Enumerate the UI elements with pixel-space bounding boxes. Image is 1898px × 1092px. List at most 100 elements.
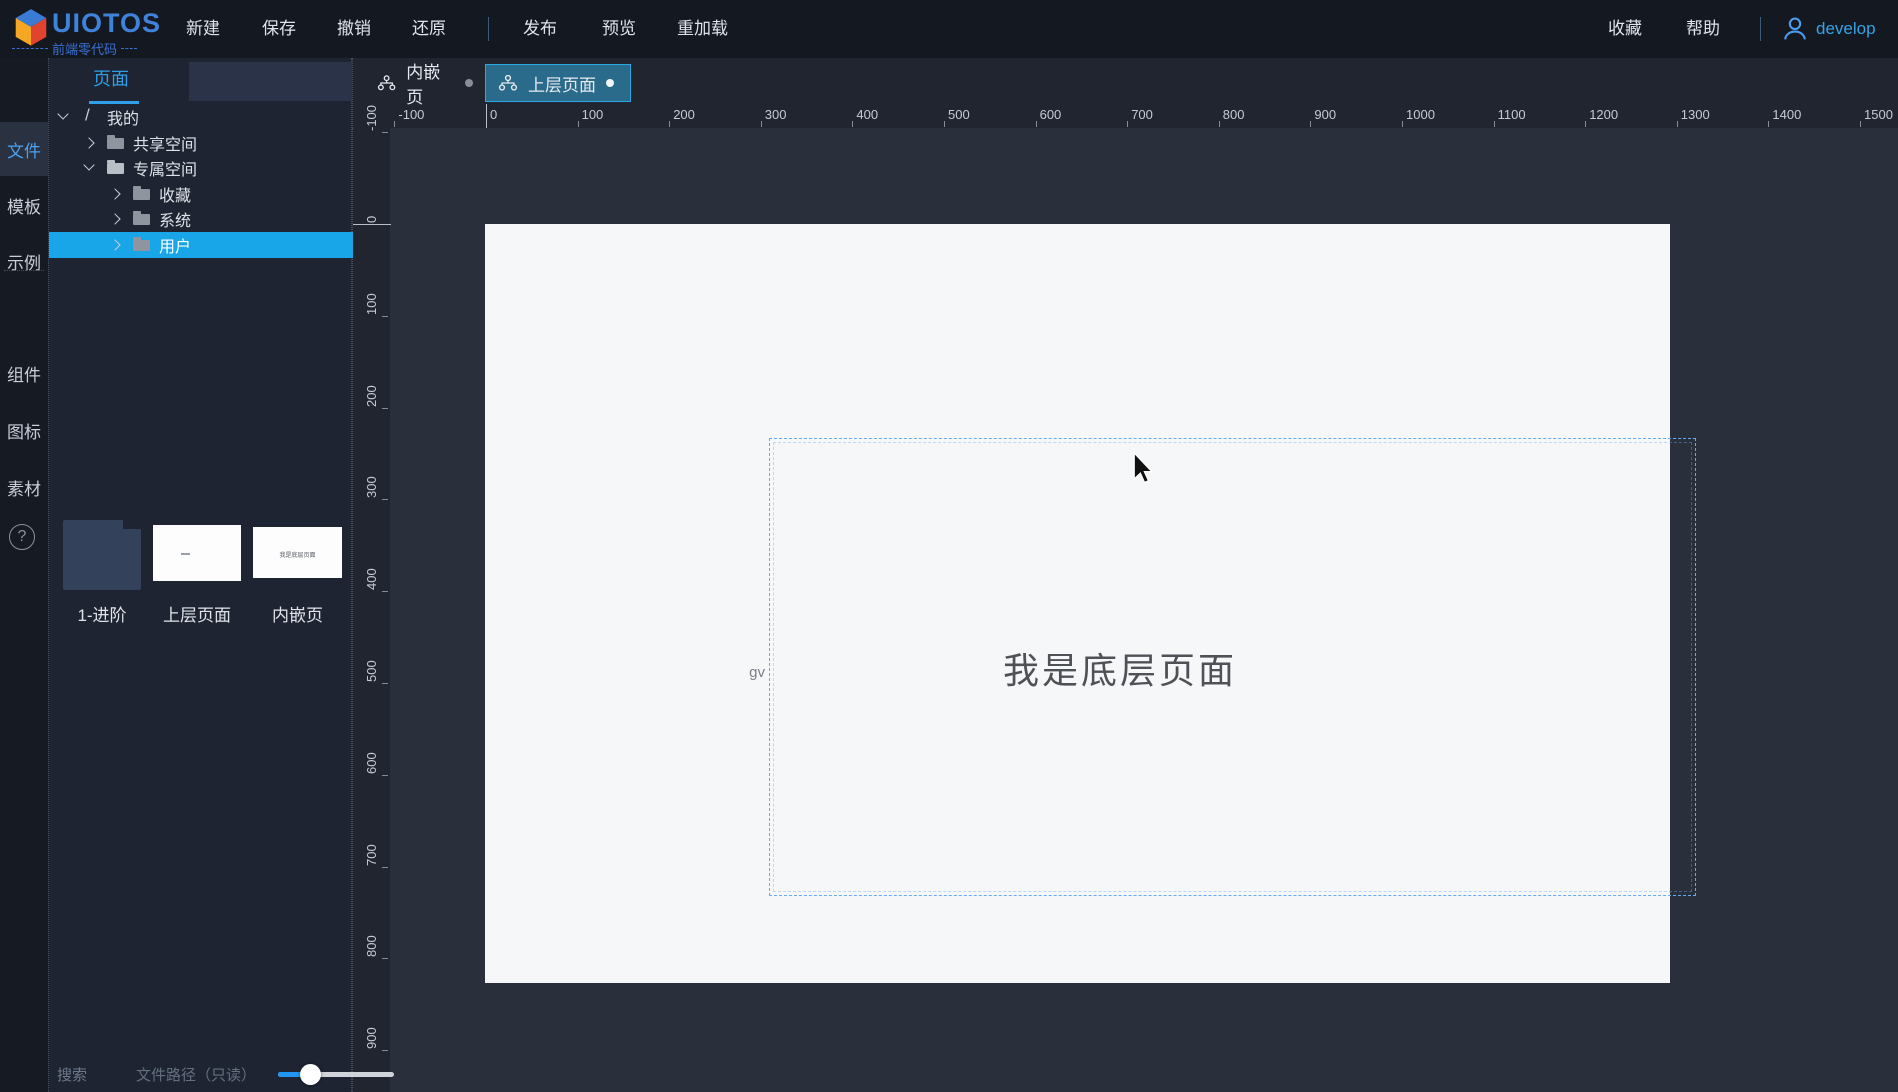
thumbnail-内嵌页[interactable]: 我是底层页面 xyxy=(253,527,342,578)
ruler-label-h: 100 xyxy=(582,107,604,122)
ruler-label-v: 800 xyxy=(364,917,378,957)
tree-row-系统[interactable]: 系统 xyxy=(49,206,353,232)
help-button[interactable]: 帮助 xyxy=(1686,0,1720,58)
ruler-tick-h xyxy=(1768,121,1769,127)
container-id-label: gv xyxy=(725,664,765,681)
tagline-dash-right xyxy=(121,48,137,49)
ruler-label-v: 700 xyxy=(364,826,378,866)
menu-item-4[interactable]: 还原 xyxy=(412,0,446,58)
ruler-tick-v xyxy=(382,1050,388,1051)
zoom-slider[interactable] xyxy=(278,1072,394,1077)
tree-row-收藏[interactable]: 收藏 xyxy=(49,181,353,207)
unsaved-dot-icon xyxy=(606,79,614,87)
thumbnail-label[interactable]: 内嵌页 xyxy=(253,601,342,626)
chevron-right-icon[interactable] xyxy=(109,213,120,224)
tree-node-label: 系统 xyxy=(159,207,191,231)
rail-item-1[interactable]: 文件 xyxy=(0,122,48,176)
chevron-down-icon[interactable] xyxy=(57,108,68,119)
ruler-label-h: 1500 xyxy=(1864,107,1893,122)
folder-icon xyxy=(133,240,150,251)
tree-row-用户[interactable]: 用户 xyxy=(49,232,353,258)
ruler-tick-v xyxy=(382,867,388,868)
menu-item-3[interactable]: 撤销 xyxy=(337,0,371,58)
tree-row-共享空间[interactable]: 共享空间 xyxy=(49,130,353,156)
user-avatar-icon[interactable] xyxy=(1782,16,1808,42)
ruler-tick-v xyxy=(382,683,388,684)
chevron-right-icon[interactable] xyxy=(109,188,120,199)
rail-item-5[interactable]: 图标 xyxy=(0,403,48,457)
ruler-label-h: 1000 xyxy=(1406,107,1435,122)
ruler-label-h: 800 xyxy=(1223,107,1245,122)
rail-help-icon[interactable]: ? xyxy=(9,524,35,550)
search-button[interactable]: 搜索 xyxy=(57,1064,87,1085)
ruler-tick-h xyxy=(1036,121,1037,127)
ruler-tick-h xyxy=(852,121,853,127)
folder-icon xyxy=(133,189,150,200)
ruler-tick-h xyxy=(1402,121,1403,127)
menu-item-6[interactable]: 预览 xyxy=(602,0,636,58)
thumbnail-preview-dash xyxy=(181,553,190,555)
chevron-right-icon[interactable] xyxy=(83,137,94,148)
ruler-label-h: 400 xyxy=(856,107,878,122)
menu-item-7[interactable]: 重加载 xyxy=(677,0,728,58)
thumbnail-label[interactable]: 上层页面 xyxy=(153,601,241,626)
favorites-button[interactable]: 收藏 xyxy=(1608,0,1642,58)
app-window: UIOTOS 前端零代码 新建保存撤销还原 发布预览重加载 收藏 帮助 devel… xyxy=(0,0,1898,1092)
thumbnail-1-进阶[interactable] xyxy=(63,520,141,590)
zoom-slider-knob[interactable] xyxy=(300,1064,321,1085)
app-title: UIOTOS xyxy=(52,8,161,39)
rail-item-3[interactable]: 示例 xyxy=(0,234,48,288)
ruler-tick-h xyxy=(669,121,670,127)
tree-row-专属空间[interactable]: 专属空间 xyxy=(49,155,353,181)
tagline-dash-left xyxy=(12,48,48,49)
tree-node-label: 用户 xyxy=(159,233,191,257)
ruler-label-h: 1400 xyxy=(1772,107,1801,122)
file-path-label: 文件路径（只读） xyxy=(136,1064,256,1085)
menu-item-2[interactable]: 保存 xyxy=(262,0,296,58)
ruler-label-v: 900 xyxy=(364,1009,378,1049)
rail-divider xyxy=(4,270,44,271)
chevron-right-icon[interactable] xyxy=(109,239,120,250)
thumbnail-上层页面[interactable] xyxy=(153,525,241,581)
editor-tab-内嵌页[interactable]: 内嵌页 xyxy=(365,64,485,102)
folder-open-icon xyxy=(107,163,124,174)
app-tagline: 前端零代码 xyxy=(52,39,117,58)
page-text: 我是底层页面 xyxy=(1003,642,1237,694)
ruler-tick-h xyxy=(1127,121,1128,127)
ruler-label-v: 100 xyxy=(364,275,378,315)
ruler-tick-h xyxy=(761,121,762,127)
editor-tab-上层页面[interactable]: 上层页面 xyxy=(485,64,631,102)
canvas-viewport[interactable]: 我是底层页面 gv xyxy=(352,128,1898,1092)
menu-item-5[interactable]: 发布 xyxy=(523,0,557,58)
menu-item-1[interactable]: 新建 xyxy=(186,0,220,58)
folder-icon xyxy=(133,214,150,225)
top-bar: UIOTOS 前端零代码 新建保存撤销还原 发布预览重加载 收藏 帮助 devel… xyxy=(0,0,1898,58)
page-hierarchy-icon xyxy=(377,75,396,91)
explorer-panel: 页面 /我的共享空间专属空间收藏系统用户 1-进阶上层页面我是底层页面内嵌页 搜… xyxy=(48,58,352,1092)
username-label[interactable]: develop xyxy=(1816,0,1876,58)
ruler-tick-v xyxy=(382,499,388,500)
ruler-zero-line-h xyxy=(486,104,487,128)
rail-item-6[interactable]: 素材 xyxy=(0,460,48,514)
rail-item-2[interactable]: 模板 xyxy=(0,178,48,232)
design-page[interactable]: 我是底层页面 gv xyxy=(485,224,1670,983)
ruler-label-h: 1200 xyxy=(1589,107,1618,122)
ruler-label-h: 600 xyxy=(1040,107,1062,122)
ruler-label-h: 1300 xyxy=(1681,107,1710,122)
tab-and-ruler-strip: 内嵌页上层页面 -1000100200300400500600700800900… xyxy=(352,58,1898,128)
thumbnail-label[interactable]: 1-进阶 xyxy=(63,601,141,626)
tree-node-label: 共享空间 xyxy=(133,131,197,155)
tab-pages[interactable]: 页面 xyxy=(93,58,129,101)
tree-row-我的[interactable]: /我的 xyxy=(49,104,353,130)
explorer-header-slot xyxy=(189,62,352,101)
ruler-tick-v xyxy=(382,316,388,317)
rail-item-4[interactable]: 组件 xyxy=(0,346,48,400)
ruler-tick-h xyxy=(1585,121,1586,127)
ruler-tick-h xyxy=(1860,121,1861,127)
chevron-down-icon[interactable] xyxy=(83,159,94,170)
left-rail: 文件模板示例组件图标素材 ? xyxy=(0,58,48,1092)
ruler-label-v: 600 xyxy=(364,734,378,774)
ruler-tick-v xyxy=(382,132,388,133)
ruler-tick-v xyxy=(382,408,388,409)
ruler-label-v: -100 xyxy=(364,91,378,131)
